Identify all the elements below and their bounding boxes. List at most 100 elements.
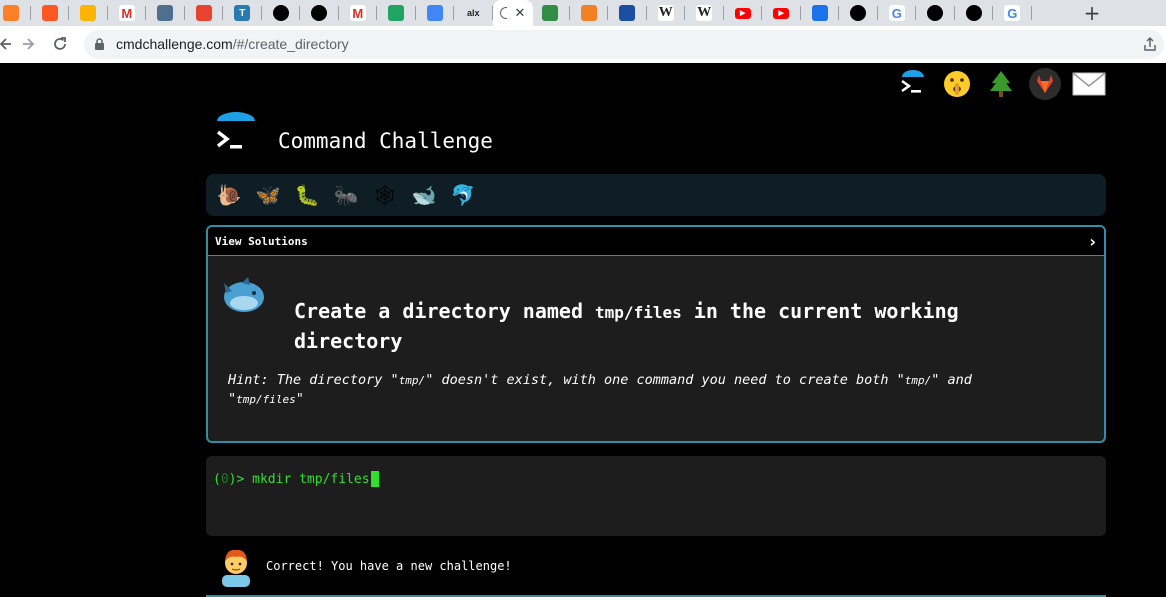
hint-code: tmp/files <box>236 393 296 406</box>
hint-code: tmp/ <box>398 374 426 387</box>
arrow-left-icon <box>0 38 11 50</box>
url-host: cmdchallenge.com <box>116 36 233 52</box>
browser-tab[interactable]: M <box>108 0 146 26</box>
browser-tab[interactable] <box>300 0 339 26</box>
view-solutions-label: View Solutions <box>215 234 308 248</box>
box-icon <box>3 5 20 21</box>
whale-icon[interactable]: 🐋 <box>409 180 439 210</box>
spider-web-icon[interactable]: 🕸 <box>370 180 400 210</box>
new-tab-button[interactable]: + <box>1080 0 1104 26</box>
browser-tab[interactable]: alx <box>454 0 493 26</box>
url-input[interactable]: cmdchallenge.com/#/create_directory <box>84 30 1164 59</box>
gitlab-icon[interactable] <box>1028 67 1062 101</box>
header-icons <box>896 67 1106 101</box>
terminal-logo-small <box>901 70 924 93</box>
browser-tab[interactable] <box>185 0 223 26</box>
gmail-icon: M <box>349 5 366 21</box>
browser-tab[interactable] <box>570 0 608 26</box>
terminal-panel[interactable]: (0)> mkdir tmp/files <box>206 456 1106 536</box>
prompt-open: ( <box>213 471 221 487</box>
zoho-icon <box>41 5 58 21</box>
hint-part: " doesn't exist, with one command you ne… <box>425 372 905 388</box>
tree-graphic <box>990 71 1012 97</box>
browser-tab[interactable]: M <box>339 0 377 26</box>
chevron-right-icon: › <box>1089 231 1096 251</box>
browser-tab[interactable]: T <box>223 0 262 26</box>
address-bar: cmdchallenge.com/#/create_directory <box>0 26 1166 64</box>
docs-icon <box>426 5 443 21</box>
page-title: Command Challenge <box>278 129 493 153</box>
download-icon <box>811 5 828 21</box>
forward-button[interactable] <box>16 32 40 56</box>
geeksforgeeks-icon <box>542 5 559 21</box>
tab-strip: M T Malx ✕ W W ▶ ▶ G G <box>0 0 1166 26</box>
alx-icon: alx <box>466 8 480 18</box>
browser-tab[interactable] <box>801 0 839 26</box>
hint-text: Hint: The directory "tmp/" doesn't exist… <box>228 371 1028 409</box>
tree-icon[interactable] <box>984 67 1018 101</box>
browser-tab[interactable] <box>416 0 454 26</box>
shushing-face-icon[interactable] <box>940 67 974 101</box>
envelope-icon[interactable] <box>1072 67 1106 101</box>
browser-tab[interactable] <box>377 0 416 26</box>
hint-part: Hint: The directory " <box>228 372 399 388</box>
browser-tab[interactable]: G <box>993 0 1032 26</box>
browser-tab[interactable] <box>839 0 878 26</box>
drive-icon <box>388 5 405 21</box>
url-text: cmdchallenge.com/#/create_directory <box>116 36 349 52</box>
view-solutions-bar[interactable]: View Solutions › <box>208 227 1104 256</box>
github-icon <box>850 5 867 21</box>
browser-tab[interactable] <box>146 0 185 26</box>
prompt-close: )> <box>228 471 245 487</box>
browser-tab[interactable] <box>531 0 570 26</box>
challenge-text-part1: Create a directory named <box>294 299 596 323</box>
ant-icon[interactable]: 🐜 <box>331 180 361 210</box>
terminal-logo <box>216 112 255 149</box>
bluebox-icon <box>619 5 636 21</box>
browser-tab[interactable] <box>31 0 69 26</box>
github-icon <box>927 5 944 21</box>
gmail-icon: M <box>118 5 135 21</box>
youtube-icon: ▶ <box>773 7 790 19</box>
browser-tab[interactable] <box>262 0 300 26</box>
dolphin-icon[interactable]: 🐬 <box>448 180 478 210</box>
reload-button[interactable] <box>48 32 72 56</box>
share-icon[interactable] <box>1142 36 1158 52</box>
browser-tab[interactable]: G <box>878 0 916 26</box>
wikipedia-icon: W <box>657 5 674 21</box>
browser-tab[interactable] <box>69 0 108 26</box>
snail-icon[interactable]: 🐌 <box>214 180 244 210</box>
github-icon <box>311 5 328 21</box>
dolphin-graphic <box>224 277 264 312</box>
terminal-prompt[interactable]: (0)> mkdir tmp/files <box>213 471 379 487</box>
browser-tab[interactable]: ✕ <box>492 0 533 26</box>
browser-tab[interactable]: ▶ <box>724 0 762 26</box>
browser-tab[interactable]: ▶ <box>762 0 801 26</box>
browser-tab[interactable]: W <box>647 0 685 26</box>
gitlab-graphic <box>1029 68 1061 100</box>
hint-part: " <box>295 391 304 407</box>
browser-tab[interactable] <box>608 0 647 26</box>
pyramid-icon <box>157 5 174 21</box>
butterfly-icon[interactable]: 🦋 <box>253 180 283 210</box>
caterpillar-icon[interactable]: 🐛 <box>292 180 322 210</box>
github-icon <box>272 5 289 21</box>
google-icon: G <box>1004 5 1021 21</box>
github-icon <box>965 5 982 21</box>
browser-tab[interactable]: W <box>685 0 724 26</box>
browser-tab[interactable] <box>916 0 955 26</box>
challenge-card: View Solutions › Create a directory name… <box>206 225 1106 443</box>
stackoverflow-icon <box>580 5 597 21</box>
lightning-icon <box>195 5 212 21</box>
google-icon: G <box>888 5 905 21</box>
prompt-number: 0 <box>220 471 229 487</box>
command-input[interactable]: mkdir tmp/files <box>252 472 369 487</box>
close-tab-icon[interactable]: ✕ <box>515 6 526 21</box>
feedback-message: Correct! You have a new challenge! <box>266 559 512 573</box>
person-graphic <box>222 549 250 587</box>
arrow-right-icon <box>23 38 35 50</box>
browser-tab[interactable] <box>0 0 31 26</box>
terminal-icon[interactable] <box>896 67 930 101</box>
logo-icon <box>213 112 259 156</box>
browser-tab[interactable] <box>955 0 993 26</box>
